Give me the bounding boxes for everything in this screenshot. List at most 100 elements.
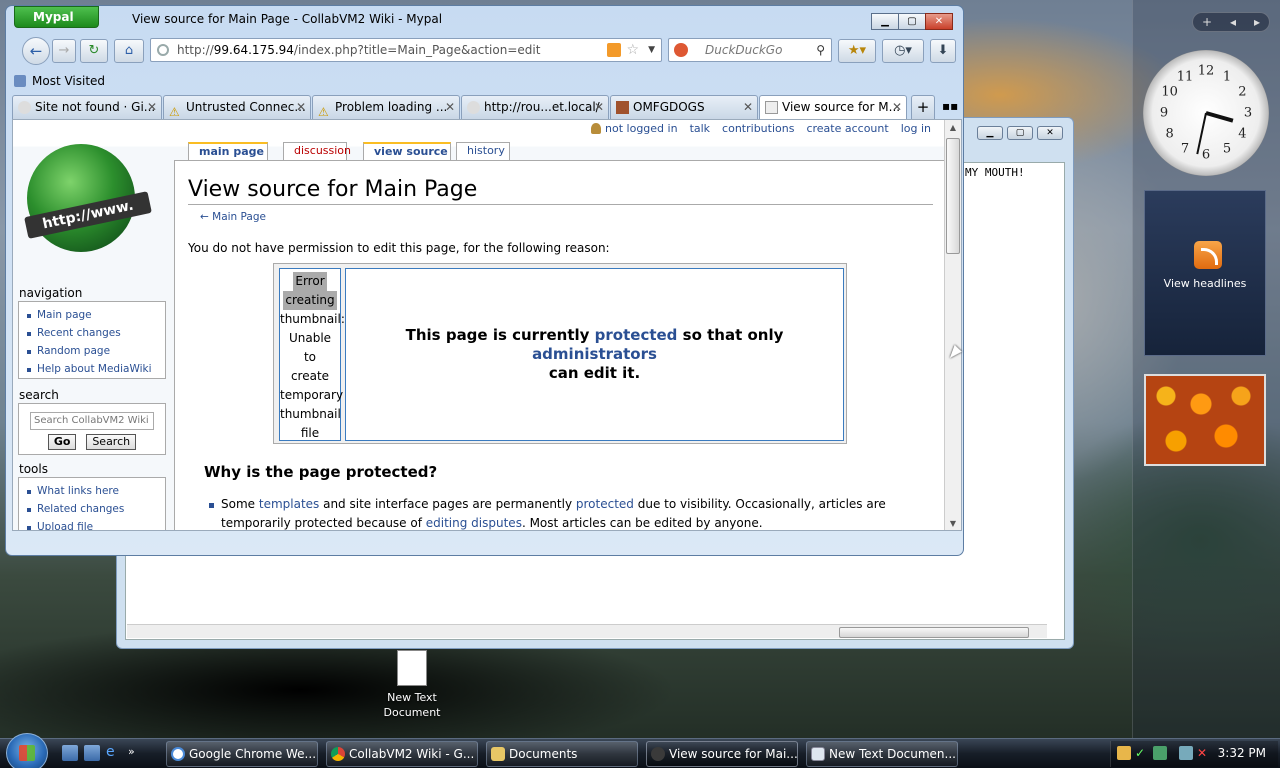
desktop-icon-new-text-document[interactable]: New Text Document: [372, 650, 452, 720]
contributions-link[interactable]: contributions: [722, 122, 794, 135]
internet-explorer-icon[interactable]: e: [106, 745, 122, 761]
most-visited-bookmark[interactable]: Most Visited: [14, 74, 105, 88]
tab-label: http://rou...et.local/: [484, 100, 600, 114]
start-button[interactable]: [6, 733, 48, 768]
reload-button[interactable]: ↻: [80, 39, 108, 63]
close-tab-icon[interactable]: ✕: [892, 96, 902, 118]
protected-link[interactable]: protected: [595, 326, 678, 344]
taskbar-new-text-document[interactable]: New Text Documen...: [806, 741, 958, 767]
close-button[interactable]: ✕: [925, 13, 953, 30]
tab-omfgdogs[interactable]: OMFGDOGS ✕: [610, 95, 758, 119]
templates-link[interactable]: templates: [259, 497, 319, 511]
tools-related-changes[interactable]: Related changes: [27, 500, 157, 518]
security-shield-icon[interactable]: [1117, 746, 1131, 760]
search-icon[interactable]: ⚲: [816, 39, 825, 61]
monitor-icon[interactable]: [1179, 746, 1193, 760]
show-desktop-icon[interactable]: [62, 745, 78, 761]
tab-list-icon[interactable]: ▪▪: [942, 99, 958, 113]
slideshow-gadget[interactable]: [1144, 374, 1266, 466]
go-button[interactable]: Go: [47, 434, 77, 450]
scroll-thumb[interactable]: [839, 627, 1029, 638]
bookmarks-button[interactable]: ★▾: [838, 39, 876, 63]
history-button[interactable]: ◷▾: [882, 39, 924, 63]
volume-muted-icon[interactable]: ✕: [1197, 746, 1211, 760]
nav-recent-changes[interactable]: Recent changes: [27, 324, 157, 342]
page-viewport[interactable]: not logged in talk contributions create …: [12, 119, 962, 531]
chrome-icon: [331, 747, 345, 761]
bookmark-star-icon[interactable]: ☆: [626, 39, 639, 61]
next-gadget-icon[interactable]: ▸: [1254, 15, 1260, 29]
network-icon[interactable]: [1153, 746, 1167, 760]
scroll-thumb[interactable]: [946, 138, 960, 254]
sidebar-controls[interactable]: + ◂ ▸: [1192, 12, 1270, 32]
downloads-button[interactable]: ⬇: [930, 39, 956, 63]
checkmark-icon[interactable]: ✓: [1135, 746, 1149, 760]
quick-launch-chevron-icon[interactable]: »: [128, 745, 144, 761]
back-to-main-page-link[interactable]: ← Main Page: [200, 211, 266, 223]
tools-what-links-here[interactable]: What links here: [27, 482, 157, 500]
taskbar-view-source[interactable]: View source for Mai...: [646, 741, 798, 767]
tab-site-not-found[interactable]: Site not found · Gi... ✕: [12, 95, 162, 119]
tab-problem-loading[interactable]: ⚠ Problem loading ... ✕: [312, 95, 460, 119]
personal-tools: not logged in talk contributions create …: [591, 122, 931, 135]
add-gadget-icon[interactable]: +: [1202, 15, 1212, 29]
talk-link[interactable]: talk: [690, 122, 710, 135]
tab-view-source[interactable]: view source: [363, 142, 451, 160]
administrators-link[interactable]: administrators: [532, 345, 657, 363]
close-tab-icon[interactable]: ✕: [594, 96, 604, 118]
tab-untrusted-connection[interactable]: ⚠ Untrusted Connec... ✕: [163, 95, 311, 119]
minimize-button[interactable]: ▁: [977, 126, 1003, 140]
tab-history[interactable]: history: [456, 142, 510, 160]
vertical-scrollbar[interactable]: ▲ ▼: [944, 120, 961, 530]
nav-main-page[interactable]: Main page: [27, 306, 157, 324]
taskbar-chrome[interactable]: Google Chrome We...: [166, 741, 318, 767]
search-button[interactable]: Search: [86, 434, 137, 450]
not-logged-in[interactable]: not logged in: [591, 122, 678, 135]
scroll-down-icon[interactable]: ▼: [946, 517, 960, 530]
wiki-logo[interactable]: http://www.: [21, 136, 161, 260]
app-menu-button[interactable]: Mypal: [14, 6, 99, 28]
switch-windows-icon[interactable]: [84, 745, 100, 761]
maximize-button[interactable]: ▢: [1007, 126, 1033, 140]
horizontal-scrollbar[interactable]: [127, 624, 1047, 638]
tab-label: Problem loading ...: [335, 100, 448, 114]
create-account-link[interactable]: create account: [806, 122, 888, 135]
taskbar-collabvm-wiki[interactable]: CollabVM2 Wiki - G...: [326, 741, 478, 767]
tab-main-page[interactable]: main page: [188, 142, 268, 160]
close-tab-icon[interactable]: ✕: [743, 96, 753, 118]
browser-window[interactable]: Mypal View source for Main Page - Collab…: [5, 5, 964, 556]
nav-help[interactable]: Help about MediaWiki: [27, 360, 157, 378]
rss-feed-icon[interactable]: [607, 43, 621, 57]
tab-discussion[interactable]: discussion: [283, 142, 351, 160]
wiki-search-input[interactable]: Search CollabVM2 Wiki: [30, 412, 154, 430]
clock-gadget[interactable]: 12 1 2 3 4 5 6 7 8 9 10 11: [1143, 50, 1269, 176]
new-tab-button[interactable]: +: [911, 95, 935, 119]
close-tab-icon[interactable]: ✕: [296, 96, 306, 118]
chevron-down-icon[interactable]: ▼: [648, 39, 655, 61]
minimize-button[interactable]: ▁: [871, 13, 899, 30]
tab-router-local[interactable]: http://rou...et.local/✕: [461, 95, 609, 119]
user-icon: [591, 123, 602, 134]
prev-gadget-icon[interactable]: ◂: [1230, 15, 1236, 29]
nav-random-page[interactable]: Random page: [27, 342, 157, 360]
protected-link[interactable]: protected: [576, 497, 634, 511]
log-in-link[interactable]: log in: [901, 122, 931, 135]
home-button[interactable]: ⌂: [114, 39, 144, 63]
maximize-button[interactable]: ▢: [898, 13, 926, 30]
search-input[interactable]: DuckDuckGo ⚲: [668, 38, 832, 62]
forward-button[interactable]: →: [52, 39, 76, 63]
duckduckgo-icon[interactable]: [674, 43, 688, 57]
tab-view-source-active[interactable]: View source for M... ✕: [759, 95, 907, 120]
reload-icon: ↻: [88, 43, 100, 58]
tools-upload-file[interactable]: Upload file: [27, 518, 157, 530]
taskbar-clock[interactable]: 3:32 PM: [1218, 746, 1266, 760]
feed-headlines-gadget[interactable]: View headlines: [1144, 190, 1266, 356]
taskbar-documents[interactable]: Documents: [486, 741, 638, 767]
url-bar[interactable]: http://99.64.175.94/index.php?title=Main…: [150, 38, 662, 62]
editing-disputes-link[interactable]: editing disputes: [426, 516, 522, 530]
close-tab-icon[interactable]: ✕: [445, 96, 455, 118]
back-button[interactable]: ←: [22, 37, 50, 65]
close-tab-icon[interactable]: ✕: [147, 96, 157, 118]
scroll-up-icon[interactable]: ▲: [946, 121, 960, 135]
close-button[interactable]: ✕: [1037, 126, 1063, 140]
